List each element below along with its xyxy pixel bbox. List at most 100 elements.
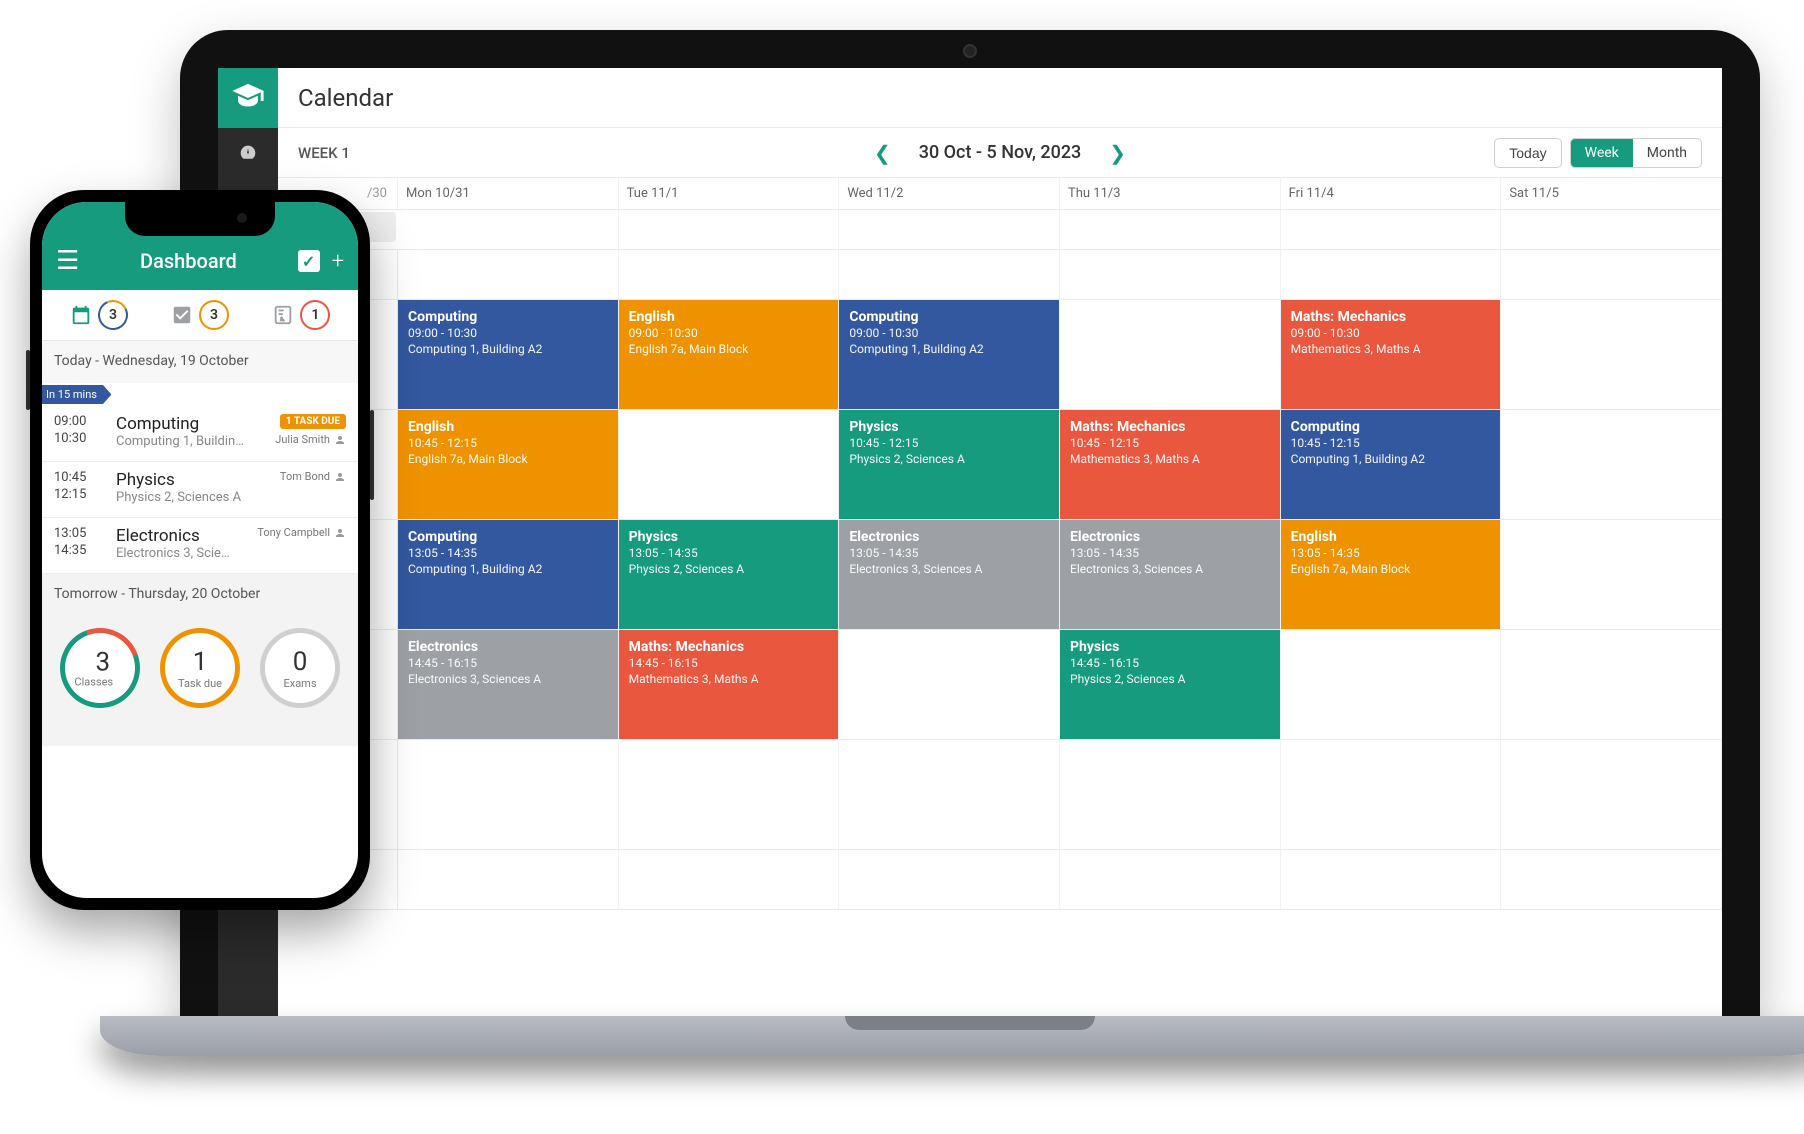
phone-class-item[interactable]: 10:4512:15PhysicsPhysics 2, Sciences ATo… — [42, 462, 358, 518]
calendar-cell[interactable]: Maths: Mechanics14:45 - 16:15Mathematics… — [619, 630, 840, 740]
day-head-sat: Sat 11/5 — [1501, 178, 1722, 209]
calendar-cell[interactable] — [1281, 740, 1502, 850]
calendar-event[interactable]: Computing09:00 - 10:30Computing 1, Build… — [839, 300, 1059, 409]
tomorrow-exams-ring[interactable]: 0 Exams — [260, 628, 340, 708]
calendar-cell[interactable] — [1281, 250, 1502, 300]
sidebar-dashboard-icon[interactable] — [218, 128, 278, 178]
tab-classes[interactable]: 3 — [70, 300, 128, 330]
calendar-cell[interactable]: Electronics13:05 - 14:35Electronics 3, S… — [1060, 520, 1281, 630]
allday-fri[interactable] — [1281, 210, 1502, 250]
app-logo[interactable] — [218, 68, 278, 128]
calendar-cell[interactable]: Electronics13:05 - 14:35Electronics 3, S… — [839, 520, 1060, 630]
item-start: 13:05 — [54, 526, 106, 541]
allday-sat[interactable] — [1501, 210, 1722, 250]
calendar-cell[interactable] — [839, 740, 1060, 850]
calendar-cell[interactable] — [1501, 300, 1722, 410]
calendar-cell[interactable] — [1281, 850, 1502, 910]
tomorrow-tasks-label: Task due — [178, 677, 222, 690]
calendar-cell[interactable] — [1501, 850, 1722, 910]
allday-thu[interactable] — [1060, 210, 1281, 250]
calendar-event[interactable]: Maths: Mechanics09:00 - 10:30Mathematics… — [1281, 300, 1501, 409]
menu-icon[interactable]: ☰ — [56, 246, 79, 276]
calendar-event[interactable]: Electronics14:45 - 16:15Electronics 3, S… — [398, 630, 618, 739]
calendar-event[interactable]: Maths: Mechanics10:45 - 12:15Mathematics… — [1060, 410, 1280, 519]
item-name: Electronics — [116, 526, 247, 546]
today-button[interactable]: Today — [1494, 138, 1561, 168]
allday-wed[interactable] — [839, 210, 1060, 250]
event-title: Electronics — [1070, 528, 1270, 546]
item-name: Computing — [116, 414, 265, 434]
calendar-event[interactable]: Computing13:05 - 14:35Computing 1, Build… — [398, 520, 618, 629]
calendar-cell[interactable] — [1501, 410, 1722, 520]
tab-tasks[interactable]: 3 — [171, 300, 229, 330]
allday-mon[interactable] — [398, 210, 619, 250]
calendar-cell[interactable] — [619, 250, 840, 300]
calendar-cell[interactable] — [398, 740, 619, 850]
view-segmented: Week Month — [1570, 138, 1702, 168]
calendar-event[interactable]: Computing09:00 - 10:30Computing 1, Build… — [398, 300, 618, 409]
calendar-cell[interactable] — [619, 740, 840, 850]
view-week[interactable]: Week — [1571, 139, 1633, 167]
event-title: Maths: Mechanics — [1291, 308, 1491, 326]
calendar-cell[interactable] — [1060, 300, 1281, 410]
calendar-event[interactable]: Physics10:45 - 12:15Physics 2, Sciences … — [839, 410, 1059, 519]
laptop-bezel: Calendar WEEK 1 ❮ 30 Oct - 5 Nov, 2023 ❯… — [180, 30, 1760, 1020]
calendar-event[interactable]: Electronics13:05 - 14:35Electronics 3, S… — [839, 520, 1059, 629]
calendar-cell[interactable] — [1501, 250, 1722, 300]
svg-text:A: A — [280, 314, 285, 323]
item-times: 10:4512:15 — [54, 470, 106, 505]
calendar-cell[interactable]: Maths: Mechanics10:45 - 12:15Mathematics… — [1060, 410, 1281, 520]
calendar-event[interactable]: English09:00 - 10:30English 7a, Main Blo… — [619, 300, 839, 409]
day-head-thu: Thu 11/3 — [1060, 178, 1281, 209]
phone-class-item[interactable]: 09:0010:30ComputingComputing 1, Buildin…… — [42, 406, 358, 462]
calendar-cell[interactable]: Computing13:05 - 14:35Computing 1, Build… — [398, 520, 619, 630]
calendar-event[interactable]: Physics13:05 - 14:35Physics 2, Sciences … — [619, 520, 839, 629]
checkbox-icon[interactable]: ✓ — [298, 250, 320, 272]
calendar-event[interactable]: English13:05 - 14:35English 7a, Main Blo… — [1281, 520, 1501, 629]
calendar-cell[interactable]: English13:05 - 14:35English 7a, Main Blo… — [1281, 520, 1502, 630]
calendar-cell[interactable] — [1060, 250, 1281, 300]
calendar-event[interactable]: Electronics13:05 - 14:35Electronics 3, S… — [1060, 520, 1280, 629]
phone-class-item[interactable]: 13:0514:35ElectronicsElectronics 3, Scie… — [42, 518, 358, 574]
title-text: Calendar — [298, 84, 393, 112]
calendar-event[interactable]: Maths: Mechanics14:45 - 16:15Mathematics… — [619, 630, 839, 739]
calendar-cell[interactable]: Computing09:00 - 10:30Computing 1, Build… — [839, 300, 1060, 410]
graduation-icon — [231, 81, 265, 115]
next-week-button[interactable]: ❯ — [1109, 141, 1126, 165]
laptop-base — [100, 1016, 1804, 1056]
prev-week-button[interactable]: ❮ — [874, 141, 891, 165]
calendar-cell[interactable] — [1060, 850, 1281, 910]
calendar-cell[interactable] — [1281, 630, 1502, 740]
calendar-event[interactable]: Physics14:45 - 16:15Physics 2, Sciences … — [1060, 630, 1280, 739]
calendar-cell[interactable] — [1501, 740, 1722, 850]
calendar-event[interactable]: English10:45 - 12:15English 7a, Main Blo… — [398, 410, 618, 519]
calendar-cell[interactable]: Computing10:45 - 12:15Computing 1, Build… — [1281, 410, 1502, 520]
calendar-cell[interactable]: Computing09:00 - 10:30Computing 1, Build… — [398, 300, 619, 410]
calendar-cell[interactable] — [1501, 520, 1722, 630]
tomorrow-tasks-ring[interactable]: 1 Task due — [160, 628, 240, 708]
calendar-event[interactable]: Computing10:45 - 12:15Computing 1, Build… — [1281, 410, 1501, 519]
calendar-cell[interactable] — [1501, 630, 1722, 740]
tomorrow-classes-ring[interactable]: 3 Classes — [47, 615, 153, 721]
calendar-cell[interactable] — [839, 250, 1060, 300]
calendar-cell[interactable] — [839, 850, 1060, 910]
calendar-cell[interactable] — [1060, 740, 1281, 850]
calendar-cell[interactable]: Electronics14:45 - 16:15Electronics 3, S… — [398, 630, 619, 740]
calendar-cell[interactable] — [619, 850, 840, 910]
add-icon[interactable]: + — [332, 249, 344, 274]
calendar-cell[interactable]: Physics13:05 - 14:35Physics 2, Sciences … — [619, 520, 840, 630]
calendar-cell[interactable] — [619, 410, 840, 520]
view-month[interactable]: Month — [1633, 139, 1701, 167]
calendar-cell[interactable]: English09:00 - 10:30English 7a, Main Blo… — [619, 300, 840, 410]
calendar-cell[interactable] — [839, 630, 1060, 740]
calendar-cell[interactable] — [398, 250, 619, 300]
event-title: English — [1291, 528, 1491, 546]
tab-exams[interactable]: A 1 — [272, 300, 330, 330]
calendar-cell[interactable]: Physics10:45 - 12:15Physics 2, Sciences … — [839, 410, 1060, 520]
calendar-cell[interactable] — [398, 850, 619, 910]
calendar-cell[interactable]: Physics14:45 - 16:15Physics 2, Sciences … — [1060, 630, 1281, 740]
calendar-cell[interactable]: Maths: Mechanics09:00 - 10:30Mathematics… — [1281, 300, 1502, 410]
allday-tue[interactable] — [619, 210, 840, 250]
calendar-cell[interactable]: English10:45 - 12:15English 7a, Main Blo… — [398, 410, 619, 520]
event-location: Electronics 3, Sciences A — [849, 562, 1049, 578]
